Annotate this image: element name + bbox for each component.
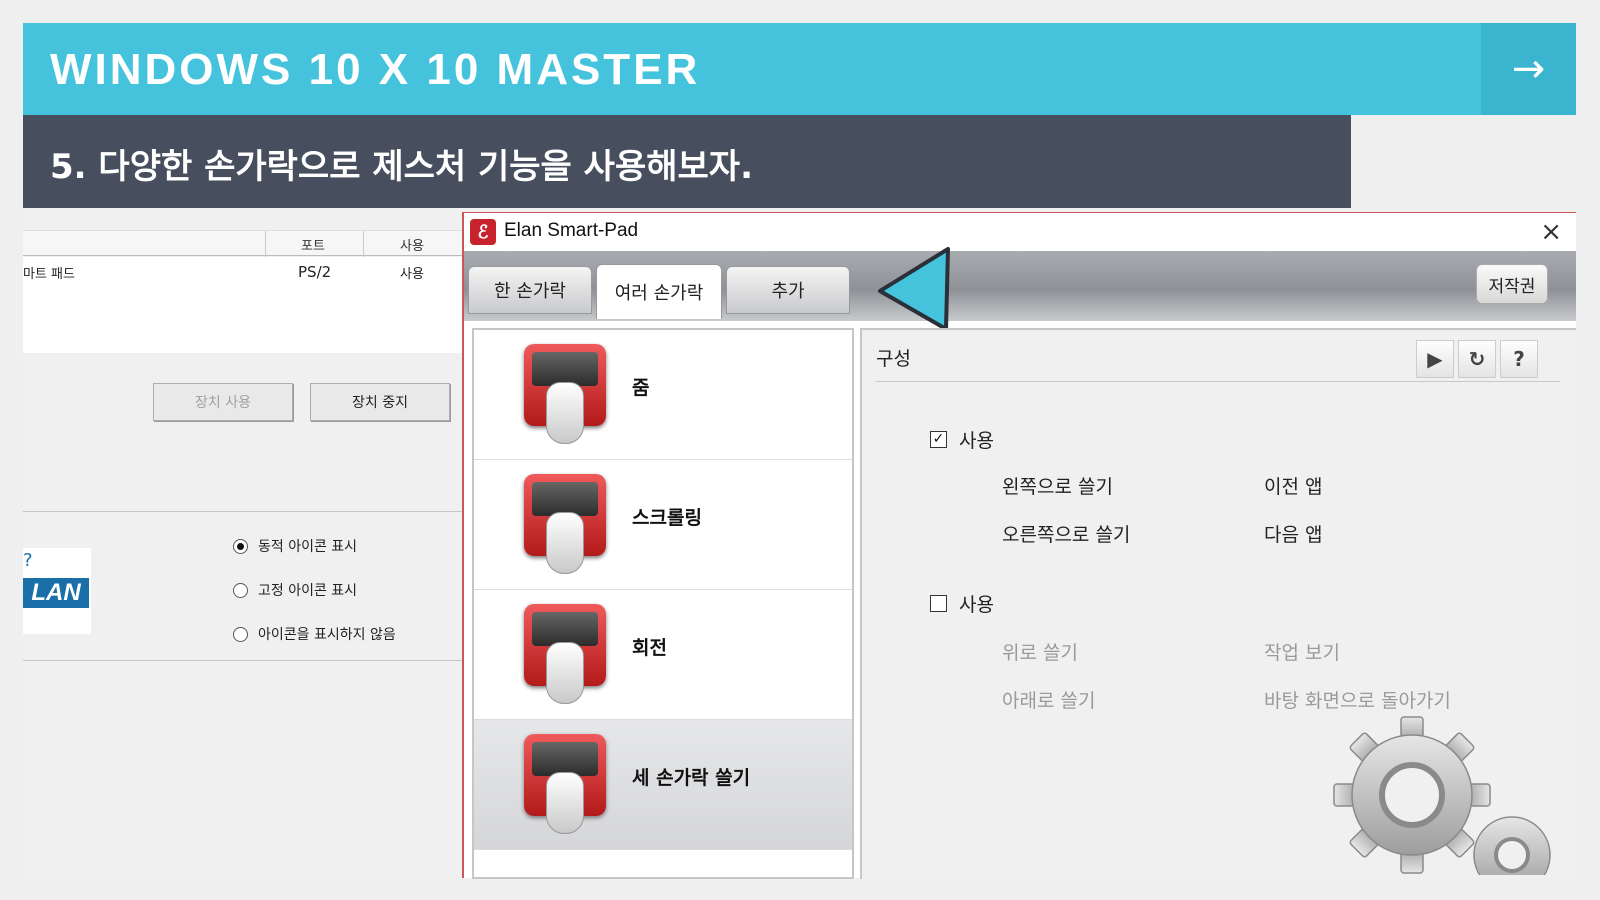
- device-status: 사용: [400, 267, 424, 282]
- gesture-item-rotate[interactable]: 회전: [474, 590, 852, 720]
- device-port: PS/2: [298, 263, 332, 281]
- enable-checkbox-group2[interactable]: 사용: [930, 590, 994, 617]
- device-row[interactable]: 마트 패드 PS/2 사용: [23, 257, 463, 353]
- rotate-gesture-icon: [524, 604, 606, 704]
- radio-button[interactable]: [233, 582, 248, 598]
- gesture-swipe-right: 오른쪽으로 쓸기: [1002, 524, 1131, 546]
- checkbox-label: 사용: [959, 594, 994, 616]
- radio-static-icon[interactable]: 고정 아이콘 표시: [233, 580, 357, 600]
- play-icon: ▶: [1427, 347, 1443, 371]
- checkbox[interactable]: [930, 595, 947, 612]
- radio-button[interactable]: [233, 626, 248, 642]
- titlebar: ℰ Elan Smart-Pad ×: [464, 213, 1576, 251]
- help-icon: ?: [1513, 347, 1525, 371]
- radio-dynamic-icon[interactable]: 동적 아이콘 표시: [233, 536, 357, 556]
- gesture-label: 회전: [632, 637, 667, 659]
- tab-one-finger[interactable]: 한 손가락: [468, 266, 592, 314]
- radio-label: 동적 아이콘 표시: [258, 539, 358, 555]
- gesture-swipe-up: 위로 쓸기: [1002, 642, 1078, 664]
- touchpad-screen: [532, 742, 598, 776]
- checkbox-label: 사용: [959, 430, 994, 452]
- enable-checkbox-group1[interactable]: ✓ 사용: [930, 426, 994, 453]
- hand-glyph: [546, 512, 584, 574]
- subtitle-bar: 5. 다양한 손가락으로 제스처 기능을 사용해보자.: [23, 115, 1351, 208]
- scroll-gesture-icon: [524, 474, 606, 574]
- divider: [23, 660, 463, 661]
- touchpad-screen: [532, 352, 598, 386]
- pointer-arrow-icon: [878, 247, 950, 331]
- touchpad-screen: [532, 482, 598, 516]
- divider: [876, 381, 1560, 382]
- lan-logo: ? LAN: [23, 548, 91, 634]
- device-name: 마트 패드: [23, 267, 75, 282]
- banner-title: WINDOWS 10 X 10 MASTER: [50, 45, 701, 94]
- gesture-swipe-down: 아래로 쓸기: [1002, 690, 1096, 712]
- config-heading: 구성: [876, 348, 911, 370]
- logo-mark-icon: ?: [23, 550, 33, 571]
- gesture-label: 세 손가락 쓸기: [632, 767, 751, 789]
- device-list-header: 포트 사용: [23, 230, 463, 257]
- action-task-view[interactable]: 작업 보기: [1264, 638, 1340, 665]
- divider: [23, 511, 463, 512]
- play-button[interactable]: ▶: [1416, 340, 1454, 378]
- copyright-button[interactable]: 저작권: [1476, 264, 1548, 304]
- lan-logo-text: LAN: [23, 578, 89, 608]
- config-panel: 구성 ▶ ↻ ? ✓ 사용 왼쪽으로 쓸기 이전 앱 오른쪽으로 쓸기 다음 앱…: [860, 328, 1576, 879]
- close-icon[interactable]: ×: [1540, 217, 1562, 247]
- help-button[interactable]: ?: [1500, 340, 1538, 378]
- next-arrow-button[interactable]: →: [1481, 23, 1576, 115]
- column-header-port[interactable]: 포트: [301, 235, 325, 254]
- radio-no-icon[interactable]: 아이콘을 표시하지 않음: [233, 624, 396, 644]
- tab-multi-finger[interactable]: 여러 손가락: [596, 264, 722, 319]
- column-separator: [363, 231, 364, 257]
- gesture-item-zoom[interactable]: 줌: [474, 330, 852, 460]
- action-next-app[interactable]: 다음 앱: [1264, 520, 1322, 547]
- gear-icon: [1333, 716, 1551, 875]
- checkbox[interactable]: ✓: [930, 431, 947, 448]
- radio-label: 아이콘을 표시하지 않음: [258, 627, 396, 643]
- touchpad-screen: [532, 612, 598, 646]
- elan-app-icon: ℰ: [470, 219, 496, 245]
- gesture-label: 스크롤링: [632, 507, 702, 529]
- elan-smartpad-dialog: ℰ Elan Smart-Pad × 한 손가락 여러 손가락 추가 저작권 줌…: [462, 212, 1576, 879]
- hand-glyph: [546, 772, 584, 834]
- subtitle-text: 5. 다양한 손가락으로 제스처 기능을 사용해보자.: [50, 147, 753, 187]
- column-header-status[interactable]: 사용: [400, 235, 424, 254]
- reset-icon: ↻: [1468, 347, 1486, 371]
- hand-glyph: [546, 382, 584, 444]
- action-previous-app[interactable]: 이전 앱: [1264, 472, 1322, 499]
- tab-extra[interactable]: 추가: [726, 266, 850, 314]
- gesture-label: 줌: [632, 377, 650, 399]
- gesture-item-scroll[interactable]: 스크롤링: [474, 460, 852, 590]
- tab-strip: 한 손가락 여러 손가락 추가 저작권: [464, 251, 1576, 321]
- three-finger-swipe-icon: [524, 734, 606, 834]
- radio-label: 고정 아이콘 표시: [258, 583, 358, 599]
- column-separator: [265, 231, 266, 257]
- reset-button[interactable]: ↻: [1458, 340, 1496, 378]
- gesture-list: 줌 스크롤링 회전 세 손가락 쓸기: [472, 328, 854, 879]
- enable-device-button[interactable]: 장치 사용: [153, 383, 293, 421]
- title-banner: WINDOWS 10 X 10 MASTER →: [23, 23, 1576, 115]
- gesture-swipe-left: 왼쪽으로 쓸기: [1002, 476, 1113, 498]
- radio-button[interactable]: [233, 538, 248, 554]
- arrow-right-icon: →: [1511, 46, 1546, 92]
- action-show-desktop[interactable]: 바탕 화면으로 돌아가기: [1264, 686, 1451, 713]
- zoom-gesture-icon: [524, 344, 606, 444]
- window-title: Elan Smart-Pad: [504, 220, 639, 241]
- hand-glyph: [546, 642, 584, 704]
- disable-device-button[interactable]: 장치 중지: [310, 383, 450, 421]
- gesture-item-three-finger-swipe[interactable]: 세 손가락 쓸기: [474, 720, 852, 850]
- background-device-window: 포트 사용 마트 패드 PS/2 사용 장치 사용 장치 중지 동적 아이콘 표…: [23, 208, 463, 878]
